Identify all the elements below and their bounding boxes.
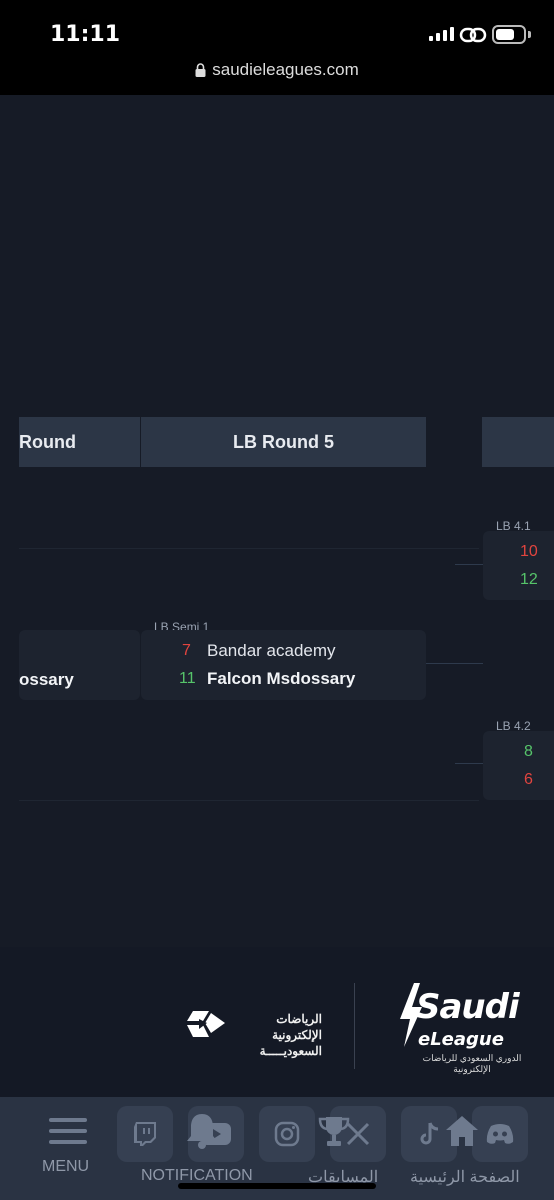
saudi-eleague-arabic: الدوري السعودي للرياضات الإلكترونية xyxy=(422,1053,522,1074)
discord-icon xyxy=(486,1124,514,1144)
score: 7 xyxy=(182,642,191,659)
score: 6 xyxy=(524,771,533,788)
round-header-label: LB Round 5 xyxy=(233,431,334,452)
saudi-esports-federation-logo xyxy=(187,1011,225,1037)
sa-text-line1: الرياضات الإلكترونية xyxy=(272,1012,322,1042)
bracket-view[interactable]: Round LB Round 5 ossary LB Semi 1 7 Band… xyxy=(0,95,554,947)
home-indicator xyxy=(178,1183,376,1189)
site-footer: الرياضات الإلكترونية السعوديـــــة Saudi… xyxy=(0,947,554,1097)
instagram-button[interactable] xyxy=(259,1106,315,1162)
tiktok-icon xyxy=(420,1122,439,1145)
menu-icon[interactable] xyxy=(49,1117,89,1147)
round-header-next xyxy=(482,417,554,467)
twitch-icon xyxy=(134,1122,156,1146)
saudi-esports-federation-text: الرياضات الإلكترونية السعوديـــــة xyxy=(236,1011,322,1059)
team-name: Bandar academy xyxy=(207,641,336,660)
bell-icon[interactable] xyxy=(184,1111,220,1151)
battery-icon xyxy=(492,25,526,44)
match-card-lb-4-1[interactable]: 10 12 xyxy=(483,531,554,600)
lock-icon xyxy=(195,63,206,77)
round-header-lb-round-5: LB Round 5 xyxy=(141,417,426,467)
trophy-icon[interactable] xyxy=(318,1115,350,1149)
match-card-lb-4-2[interactable]: 8 6 xyxy=(483,731,554,800)
team-name: Falcon Msdossary xyxy=(207,669,356,688)
clock: 11:11 xyxy=(50,22,121,47)
score: 8 xyxy=(524,743,533,760)
round-header-previous: Round xyxy=(19,417,140,467)
saudi-eleague-subtitle: eLeague xyxy=(418,1029,504,1050)
menu-label[interactable]: MENU xyxy=(42,1158,89,1176)
score: 12 xyxy=(520,571,538,588)
team-name: ossary xyxy=(19,670,74,689)
link-icon xyxy=(459,27,487,43)
score: 10 xyxy=(520,543,538,560)
signal-icon xyxy=(429,27,454,41)
match-card-lb-semi-1[interactable]: 7 Bandar academy 11 Falcon Msdossary xyxy=(141,630,426,700)
status-bar: 11:11 saudieleagues.com xyxy=(0,0,554,95)
url-text: saudieleagues.com xyxy=(212,60,359,79)
twitch-button[interactable] xyxy=(117,1106,173,1162)
instagram-icon xyxy=(274,1121,300,1147)
home-label[interactable]: الصفحة الرئيسية xyxy=(410,1167,520,1187)
home-icon[interactable] xyxy=(444,1113,480,1149)
round-header-previous-label: Round xyxy=(19,431,76,452)
footer-divider xyxy=(354,983,355,1069)
saudi-eleague-title: Saudi xyxy=(416,987,520,1027)
match-card-previous[interactable]: ossary xyxy=(19,630,140,700)
sa-text-line2: السعوديـــــة xyxy=(259,1044,322,1058)
score: 11 xyxy=(179,670,196,687)
discord-button[interactable] xyxy=(472,1106,528,1162)
address-bar[interactable]: saudieleagues.com xyxy=(0,60,554,80)
